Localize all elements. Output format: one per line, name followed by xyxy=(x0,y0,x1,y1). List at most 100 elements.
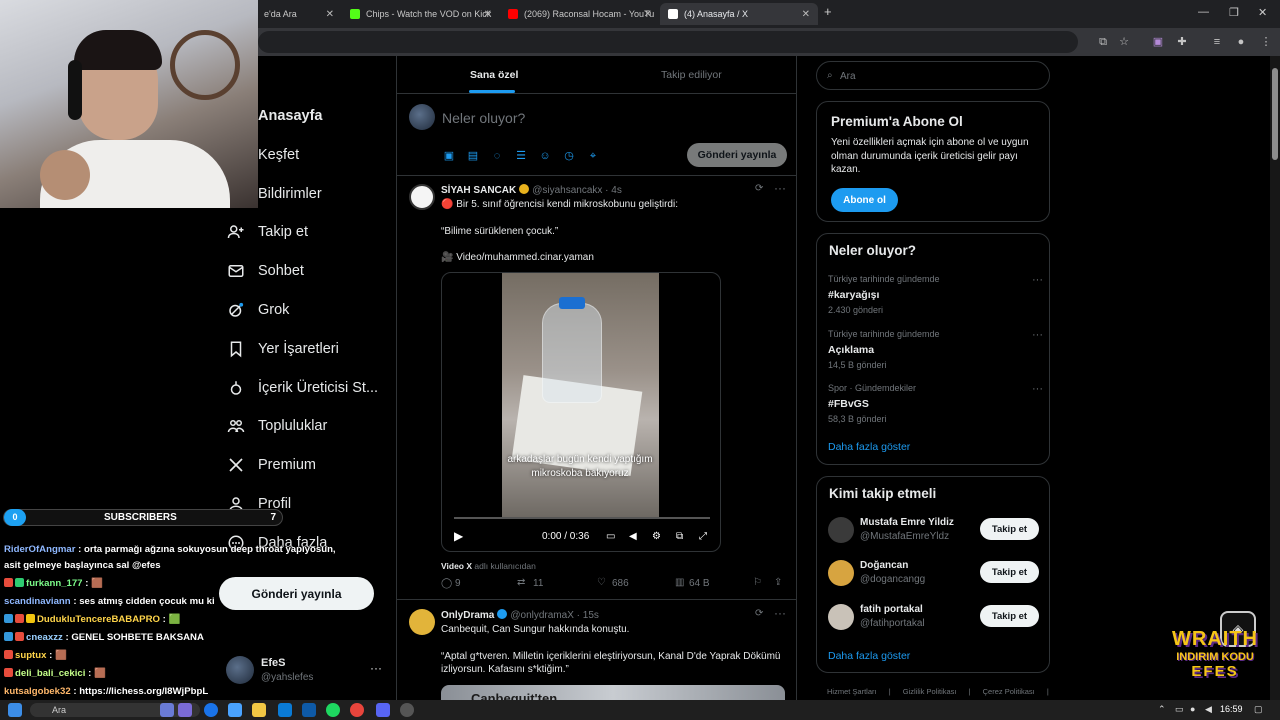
more-icon[interactable]: ··· xyxy=(774,181,786,195)
taskbar-search[interactable]: Ara xyxy=(30,703,200,717)
trend-item[interactable]: Türkiye tarihinde gündemde #karyağışı 2.… xyxy=(828,274,1043,315)
close-icon[interactable]: ✕ xyxy=(802,9,810,20)
discord-icon[interactable] xyxy=(376,703,390,717)
follow-suggestion[interactable]: fatih portakal @fatihportakal Takip et xyxy=(828,602,1040,634)
minimize-icon[interactable]: — xyxy=(1198,6,1209,18)
address-bar[interactable] xyxy=(258,31,1078,53)
taskbar-app-icon[interactable] xyxy=(302,703,316,717)
more-icon[interactable]: ··· xyxy=(1032,329,1043,341)
tab-following[interactable]: Takip ediliyor xyxy=(661,69,722,81)
video-player[interactable]: arkadaşlar bugün kendi yaptığım mikrosko… xyxy=(441,272,721,552)
author-name[interactable]: OnlyDrama xyxy=(441,610,494,621)
follow-suggestion[interactable]: Mustafa Emre Yildiz @MustafaEmreYldz Tak… xyxy=(828,515,1040,547)
media-icon[interactable]: ≡ xyxy=(1210,35,1224,49)
profile-avatar-icon[interactable]: ● xyxy=(1234,35,1248,49)
search-input[interactable]: ⌕ Ara xyxy=(816,61,1050,90)
tray-chevron-icon[interactable]: ⌃ xyxy=(1158,704,1166,715)
new-tab-button[interactable]: + xyxy=(824,4,832,19)
video-progress-bar[interactable] xyxy=(454,517,710,519)
share-icon[interactable]: ⇪ xyxy=(774,577,782,588)
browser-tab[interactable]: Chips - Watch the VOD on Kick ✕ xyxy=(342,3,500,25)
author-name[interactable]: SİYAH SANCAK xyxy=(441,185,516,196)
edge-icon[interactable] xyxy=(204,703,218,717)
grok-icon[interactable]: ⟳ xyxy=(755,183,763,194)
browser-tab[interactable]: (2069) Raconsal Hocam - YouTu ✕ xyxy=(500,3,660,25)
spotify-icon[interactable] xyxy=(326,703,340,717)
nav-follow[interactable]: Takip et xyxy=(226,220,308,244)
emoji-icon[interactable]: ☺ xyxy=(538,149,552,163)
folder-icon[interactable] xyxy=(252,703,266,717)
more-icon[interactable]: ··· xyxy=(1032,274,1043,286)
taskbar-app-icon[interactable] xyxy=(400,703,414,717)
microphone-icon[interactable]: ● xyxy=(1190,704,1195,714)
follow-button[interactable]: Takip et xyxy=(980,605,1039,627)
repost-icon[interactable]: ⇄ xyxy=(517,577,525,588)
tweet-media-preview[interactable]: Canbequit'ten xyxy=(441,685,785,700)
chrome-icon[interactable] xyxy=(350,703,364,717)
fullscreen-icon[interactable]: ⤢ xyxy=(699,531,707,542)
gif-icon[interactable]: ▤ xyxy=(466,149,480,163)
more-icon[interactable]: ··· xyxy=(370,661,382,675)
post-button[interactable]: Gönderi yayınla xyxy=(219,577,374,610)
follow-button[interactable]: Takip et xyxy=(980,561,1039,583)
schedule-icon[interactable]: ◷ xyxy=(562,149,576,163)
volume-icon[interactable]: ◀ xyxy=(1205,704,1212,715)
puzzle-icon[interactable]: ✚ xyxy=(1175,35,1189,49)
extension-icon[interactable]: ▣ xyxy=(1151,35,1165,49)
more-icon[interactable]: ··· xyxy=(774,606,786,620)
grok-icon[interactable]: ◌ xyxy=(490,149,504,163)
taskbar-clock[interactable]: 16:59 xyxy=(1220,704,1243,714)
trend-item[interactable]: Spor · Gündemdekiler #FBvGS 58,3 B gönde… xyxy=(828,383,1043,424)
kebab-menu-icon[interactable]: ⋮ xyxy=(1259,35,1273,49)
nav-communities[interactable]: Topluluklar xyxy=(226,414,327,438)
image-icon[interactable]: ▣ xyxy=(442,149,456,163)
compose-input[interactable]: Neler oluyor? xyxy=(442,110,525,126)
install-icon[interactable]: ⧉ xyxy=(1096,35,1110,49)
nav-notifications[interactable]: Bildirimler xyxy=(258,182,322,206)
restore-icon[interactable]: ❐ xyxy=(1229,6,1239,19)
trend-item[interactable]: Türkiye tarihinde gündemde Açıklama 14,5… xyxy=(828,329,1043,370)
reply-icon[interactable]: ◯ xyxy=(441,578,452,589)
settings-icon[interactable]: ⚙ xyxy=(652,531,661,542)
author-handle[interactable]: @siyahsancakx xyxy=(532,185,602,196)
scrollbar[interactable] xyxy=(1270,56,1280,700)
follow-show-more-link[interactable]: Daha fazla göster xyxy=(828,650,910,662)
tab-for-you[interactable]: Sana özel xyxy=(470,69,518,81)
nav-grok[interactable]: Grok xyxy=(226,298,289,322)
pip-icon[interactable]: ⧉ xyxy=(676,531,683,542)
nav-chat[interactable]: Sohbet xyxy=(226,259,304,283)
close-icon[interactable]: ✕ xyxy=(326,9,334,20)
star-icon[interactable]: ☆ xyxy=(1117,35,1131,49)
more-icon[interactable]: ··· xyxy=(1032,383,1043,395)
tweet[interactable]: SİYAH SANCAK @siyahsancakx · 4s ⟳ ··· 🔴 B… xyxy=(397,176,796,600)
taskbar-app-icon[interactable] xyxy=(278,703,292,717)
follow-suggestion[interactable]: Doğancan @dogancangg Takip et xyxy=(828,558,1040,590)
play-icon[interactable]: ▶ xyxy=(454,529,463,543)
browser-tab-active[interactable]: (4) Anasayfa / X ✕ xyxy=(660,3,818,25)
window-close-icon[interactable]: ✕ xyxy=(1258,6,1267,19)
subscribe-button[interactable]: Abone ol xyxy=(831,188,898,212)
close-icon[interactable]: ✕ xyxy=(644,9,652,20)
scrollbar-thumb[interactable] xyxy=(1272,68,1278,160)
views-icon[interactable]: ▥ xyxy=(675,577,684,588)
close-icon[interactable]: ✕ xyxy=(484,9,492,20)
like-icon[interactable]: ♡ xyxy=(597,577,606,588)
taskbar-app-icon[interactable] xyxy=(178,703,192,717)
footer-link[interactable]: Hizmet Şartları xyxy=(827,687,877,696)
post-submit-button[interactable]: Gönderi yayınla xyxy=(687,143,787,167)
tray-app-icon[interactable]: ▭ xyxy=(1175,704,1184,715)
volume-icon[interactable]: ◀ xyxy=(629,531,637,542)
location-icon[interactable]: ⌖ xyxy=(586,149,600,163)
tweet[interactable]: OnlyDrama @onlydramaX · 15s ⟳ ··· Canbequ… xyxy=(397,601,796,700)
nav-creator-studio[interactable]: İçerik Üreticisi St... xyxy=(226,376,378,400)
taskbar-app-icon[interactable] xyxy=(228,703,242,717)
footer-link[interactable]: Gizlilik Politikası xyxy=(903,687,957,696)
taskbar-app-icon[interactable] xyxy=(160,703,174,717)
follow-button[interactable]: Takip et xyxy=(980,518,1039,540)
video-source-account[interactable]: Video X xyxy=(441,561,472,571)
start-icon[interactable] xyxy=(8,703,22,717)
author-handle[interactable]: @onlydramaX xyxy=(510,610,574,621)
notifications-icon[interactable]: ▢ xyxy=(1254,704,1263,715)
nav-explore[interactable]: Keşfet xyxy=(258,143,299,167)
nav-home[interactable]: Anasayfa xyxy=(258,104,322,128)
